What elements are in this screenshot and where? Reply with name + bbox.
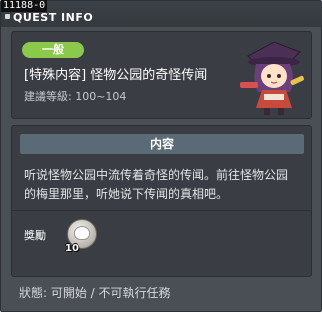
description-line: 听说怪物公园中流传着奇怪的传闻。前往怪物公园 [24,168,289,182]
quest-content-panel: 内容 听说怪物公园中流传着奇怪的传闻。前往怪物公园 的梅里那里，听她说下传闻的真… [11,125,312,277]
quest-header-panel: 一般 [特殊内容] 怪物公园的奇怪传闻 建議等級: 100~104 [11,31,312,119]
npc-portrait-icon [240,41,304,115]
window-title: QUEST INFO [13,11,94,24]
content-section-header: 内容 [20,134,304,154]
title-bar[interactable]: 11188-0 QUEST INFO [1,0,322,27]
quest-info-window: 11188-0 QUEST INFO 一般 [特殊内容] 怪物公园的奇怪传闻 建… [0,0,322,312]
quest-status: 狀態: 可開始 / 不可執行任務 [19,286,171,300]
reward-quantity: 10 [65,243,79,254]
title-bullet-icon [5,14,10,19]
description-line: 的梅里那里，听她说下传闻的真相吧。 [24,187,229,201]
content-divider [12,210,311,211]
reward-label: 獎勵 [24,229,46,242]
recommended-level: 建議等級: 100~104 [24,90,127,103]
quest-category-badge: 一般 [22,42,84,58]
quest-title: [特殊内容] 怪物公园的奇怪传闻 [24,68,208,83]
quest-description: 听说怪物公园中流传着奇怪的传闻。前往怪物公园 的梅里那里，听她说下传闻的真相吧。 [24,166,304,204]
shell-shape [74,226,90,240]
